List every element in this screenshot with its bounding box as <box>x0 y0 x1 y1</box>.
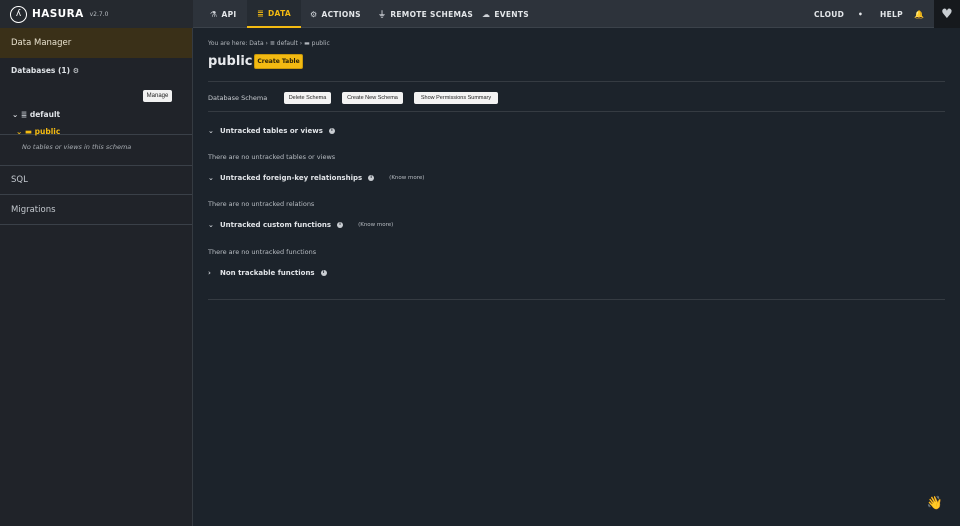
section-title: Untracked tables or views <box>220 127 323 135</box>
db-name: default <box>29 110 61 119</box>
notification-bell-icon[interactable]: 🔔 <box>914 0 924 28</box>
section-untracked-functions[interactable]: ⌄ Untracked custom functions i (Know mor… <box>208 221 393 229</box>
brand[interactable]: ʎ HASURA v2.7.0 <box>0 0 193 28</box>
delete-schema-button[interactable]: Delete Schema <box>284 92 331 104</box>
divider <box>208 111 945 112</box>
info-icon: i <box>337 222 344 228</box>
gears-icon: ⚙ <box>310 9 318 19</box>
nav-item-events[interactable]: ☁ EVENTS <box>482 0 529 28</box>
section-title: Non trackable functions <box>220 269 315 277</box>
top-navigation-bar: ʎ HASURA v2.7.0 ⚗ API ≣ DATA ⚙ ACTIONS ⏚… <box>0 0 960 28</box>
sidebar: Data Manager Databases (1) ⚙ Manage ⌄ ≣ … <box>0 28 193 526</box>
untracked-tables-message: There are no untracked tables or views <box>208 153 336 161</box>
databases-label: Databases (1) ⚙ <box>11 66 79 75</box>
plug-icon: ⏚ <box>378 9 387 19</box>
database-schema-label: Database Schema <box>208 94 268 102</box>
tree-item-public-schema[interactable]: ⌄ ▬ public <box>16 127 60 136</box>
chevron-down-icon: ⌄ <box>208 174 214 182</box>
section-untracked-tables[interactable]: ⌄ Untracked tables or views i <box>208 127 335 135</box>
chevron-right-icon: › <box>208 269 211 277</box>
flask-icon: ⚗ <box>210 9 218 19</box>
cloud-link[interactable]: CLOUD <box>814 0 844 28</box>
breadcrumb[interactable]: You are here: Data › ≣ default › ▬ publi… <box>208 40 330 47</box>
chevron-down-icon: ⌄ <box>208 127 214 135</box>
section-untracked-relationships[interactable]: ⌄ Untracked foreign-key relationships i … <box>208 174 424 182</box>
info-icon: i <box>320 270 327 276</box>
help-link[interactable]: HELP <box>880 0 903 28</box>
sidebar-item-migrations[interactable]: Migrations <box>0 195 192 225</box>
settings-icon[interactable]: • <box>858 0 863 28</box>
chevron-down-icon: ⌄ <box>12 110 19 119</box>
database-icon: ≣ <box>257 8 265 18</box>
nav-item-label: ACTIONS <box>321 9 361 19</box>
nav-item-label: API <box>221 9 237 19</box>
nav-item-remote-schemas[interactable]: ⏚ REMOTE SCHEMAS <box>378 0 473 28</box>
hasura-logo-icon: ʎ <box>10 5 27 23</box>
nav-item-label: EVENTS <box>494 9 529 19</box>
cloud-icon: ☁ <box>482 9 491 19</box>
know-more-link[interactable]: (Know more) <box>358 222 393 228</box>
sidebar-item-sql[interactable]: SQL <box>0 165 192 195</box>
database-icon: ≣ <box>20 110 28 119</box>
waving-hand-icon[interactable]: 👋 <box>927 496 943 511</box>
divider <box>208 299 945 300</box>
chevron-down-icon: ⌄ <box>208 221 214 229</box>
section-title: Untracked custom functions <box>220 221 332 229</box>
info-icon: i <box>368 175 375 181</box>
chevron-down-icon: ⌄ <box>16 127 23 136</box>
section-title: Untracked foreign-key relationships <box>220 174 363 182</box>
nav-item-label: DATA <box>268 8 292 18</box>
folder-icon: ▬ <box>24 127 33 136</box>
sidebar-title[interactable]: Data Manager <box>0 28 192 58</box>
nav-item-data[interactable]: ≣ DATA <box>247 0 302 28</box>
know-more-link[interactable]: (Know more) <box>389 175 424 181</box>
heart-icon[interactable]: ♥ <box>934 0 960 28</box>
create-new-schema-button[interactable]: Create New Schema <box>342 92 403 104</box>
nav-item-actions[interactable]: ⚙ ACTIONS <box>310 0 361 28</box>
show-permissions-summary-button[interactable]: Show Permissions Summary <box>414 92 498 104</box>
settings-gear-icon: ⚙ <box>72 67 79 75</box>
untracked-functions-message: There are no untracked functions <box>208 248 317 256</box>
divider <box>208 81 945 82</box>
empty-schema-text: No tables or views in this schema <box>22 143 132 151</box>
untracked-relations-message: There are no untracked relations <box>208 200 315 208</box>
brand-name: HASURA <box>32 8 84 20</box>
info-icon: i <box>328 128 335 134</box>
page-title: public <box>208 54 253 69</box>
databases-panel: Databases (1) ⚙ Manage ⌄ ≣ default ⌄ ▬ p… <box>0 58 192 151</box>
databases-count-label: Databases (1) <box>11 66 71 75</box>
manage-button[interactable]: Manage <box>143 90 172 102</box>
section-non-trackable-functions[interactable]: › Non trackable functions i <box>208 269 327 277</box>
nav-item-api[interactable]: ⚗ API <box>210 0 236 28</box>
create-table-button[interactable]: Create Table <box>254 54 303 69</box>
schema-name: public <box>34 127 61 136</box>
version-label: v2.7.0 <box>89 10 109 18</box>
tree-item-default-db[interactable]: ⌄ ≣ default <box>12 110 60 119</box>
nav-item-label: REMOTE SCHEMAS <box>390 9 474 19</box>
